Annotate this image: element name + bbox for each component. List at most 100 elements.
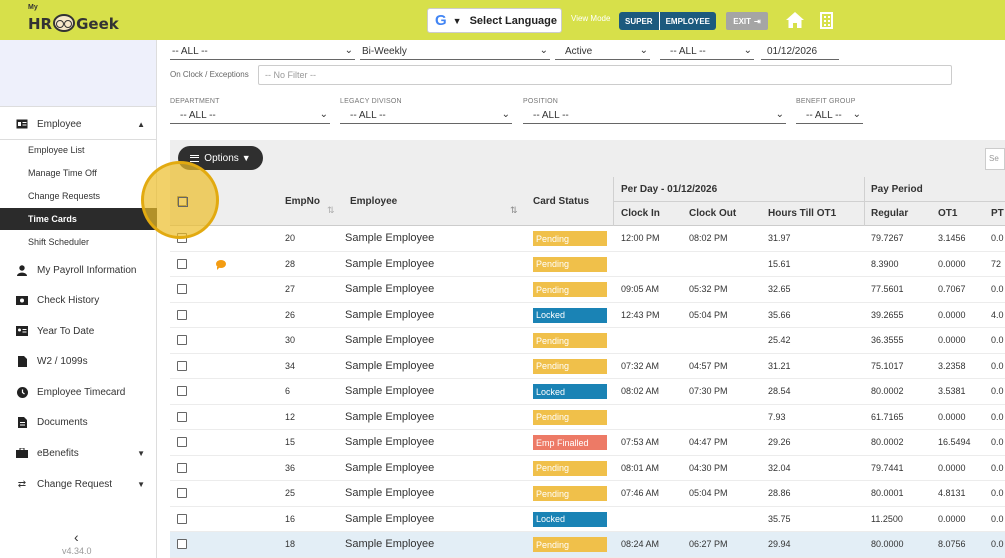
- sidebar-subitem-change-requests[interactable]: Change Requests: [0, 185, 157, 207]
- cell-employee[interactable]: Sample Employee: [345, 232, 434, 244]
- table-row[interactable]: 16 Sample Employee Locked 35.75 11.2500 0.000…: [170, 506, 1005, 532]
- exceptions-filter-input[interactable]: -- No Filter --: [258, 65, 952, 85]
- cell-employee[interactable]: Sample Employee: [345, 385, 434, 397]
- table-row[interactable]: 20 Sample Employee Pending 12:00 PM 08:02 PM…: [170, 226, 1005, 252]
- table-row[interactable]: 30 Sample Employee Pending 25.42 36.3555 0.00…: [170, 328, 1005, 354]
- table-row[interactable]: 15 Sample Employee Emp Finalled 07:53 AM 04:…: [170, 430, 1005, 456]
- row-checkbox[interactable]: [177, 488, 187, 498]
- sidebar-item-ebenefits[interactable]: eBenefits ▼: [0, 438, 157, 468]
- pay-schedule-select[interactable]: Bi-Weekly ⌄: [360, 43, 550, 60]
- table-row[interactable]: 27 Sample Employee Pending 09:05 AM 05:32 PM…: [170, 277, 1005, 303]
- sidebar-subitem-employee-list[interactable]: Employee List: [0, 139, 157, 161]
- legacy-division-select[interactable]: -- ALL -- ⌄: [340, 107, 512, 124]
- table-search-input[interactable]: Se: [985, 148, 1005, 170]
- sidebar-item-check-history[interactable]: Check History: [0, 285, 157, 315]
- table-row[interactable]: 26 Sample Employee Locked 12:43 PM 05:04 PM 3…: [170, 302, 1005, 328]
- select-language-button[interactable]: G ▼ Select Language: [427, 8, 562, 33]
- benefit-group-select[interactable]: -- ALL -- ⌄: [796, 107, 863, 124]
- column-header-regular[interactable]: Regular: [871, 208, 908, 219]
- table-row[interactable]: 18 Sample Employee Pending 08:24 AM 06:27 PM…: [170, 532, 1005, 558]
- row-checkbox[interactable]: [177, 462, 187, 473]
- position-select[interactable]: -- ALL -- ⌄: [523, 107, 786, 124]
- cell-employee[interactable]: Sample Employee: [345, 258, 434, 270]
- row-checkbox[interactable]: [177, 437, 187, 447]
- cell-employee[interactable]: Sample Employee: [345, 462, 434, 474]
- column-header-employee[interactable]: Employee: [350, 196, 397, 207]
- table-row[interactable]: 25 Sample Employee Pending 07:46 AM 05:04 PM…: [170, 481, 1005, 507]
- cell-regular: 11.2500: [871, 513, 903, 524]
- cell-clock-in: 12:43 PM: [621, 309, 660, 320]
- cell-employee[interactable]: Sample Employee: [345, 436, 434, 448]
- today-date-field[interactable]: 01/12/2026: [761, 43, 839, 60]
- sidebar-item-year-to-date[interactable]: Year To Date: [0, 316, 157, 346]
- column-header-ot1[interactable]: OT1: [938, 208, 957, 219]
- row-checkbox[interactable]: [177, 539, 187, 549]
- cell-employee[interactable]: Sample Employee: [345, 360, 434, 372]
- cell-employee[interactable]: Sample Employee: [345, 487, 434, 499]
- row-checkbox[interactable]: [177, 309, 187, 320]
- column-header-hours-till-ot1[interactable]: Hours Till OT1: [768, 208, 836, 219]
- sidebar-item-employee[interactable]: Employee ▲: [0, 109, 157, 139]
- emp-active-status-select[interactable]: Active ⌄: [555, 43, 650, 60]
- cell-pt: 0.0: [991, 386, 1004, 396]
- cell-employee[interactable]: Sample Employee: [345, 309, 434, 321]
- table-row[interactable]: 36 Sample Employee Pending 08:01 AM 04:30 PM…: [170, 455, 1005, 481]
- row-checkbox[interactable]: [177, 513, 187, 524]
- table-row[interactable]: 34 Sample Employee Pending 07:32 AM 04:57 PM…: [170, 353, 1005, 379]
- cell-employee[interactable]: Sample Employee: [345, 283, 434, 295]
- cell-ot1: 0.7067: [938, 284, 966, 294]
- table-row[interactable]: 28 Sample Employee Pending 15.61 8.3900 0.000…: [170, 251, 1005, 277]
- table-row[interactable]: 12 Sample Employee Pending 7.93 61.7165 0.000…: [170, 404, 1005, 430]
- column-header-empno[interactable]: EmpNo: [285, 196, 320, 207]
- view-mode-super[interactable]: SUPER: [619, 12, 659, 30]
- sidebar-item-employee-timecard[interactable]: Employee Timecard: [0, 377, 157, 407]
- column-header-clock-out[interactable]: Clock Out: [689, 208, 736, 219]
- sort-icon[interactable]: ⇅: [327, 205, 335, 216]
- home-icon[interactable]: [785, 11, 805, 29]
- row-checkbox[interactable]: [177, 360, 187, 371]
- clock-setup-select[interactable]: -- ALL -- ⌄: [170, 43, 355, 60]
- sidebar-subitem-time-cards[interactable]: Time Cards: [0, 208, 157, 230]
- table-row[interactable]: 6 Sample Employee Locked 08:02 AM 07:30 PM 28…: [170, 379, 1005, 405]
- cell-employee[interactable]: Sample Employee: [345, 411, 434, 423]
- company-building-icon[interactable]: [820, 12, 833, 29]
- sidebar-item-documents[interactable]: Documents: [0, 407, 157, 437]
- chevron-down-icon: ⌄: [852, 109, 861, 120]
- sidebar-item-w2-1099s[interactable]: W2 / 1099s: [0, 346, 157, 376]
- column-header-pt[interactable]: PT: [991, 208, 1004, 219]
- cell-employee[interactable]: Sample Employee: [345, 513, 434, 525]
- column-header-card-status[interactable]: Card Status: [533, 196, 589, 207]
- sidebar-subitem-manage-time-off[interactable]: Manage Time Off: [0, 162, 157, 184]
- user-icon: [16, 264, 28, 276]
- time-card-status-select[interactable]: -- ALL -- ⌄: [660, 43, 754, 60]
- caret-down-icon: ▼: [137, 448, 145, 458]
- status-badge: Pending: [533, 333, 607, 348]
- collapse-sidebar-icon[interactable]: ‹: [74, 529, 79, 545]
- view-mode-employee[interactable]: EMPLOYEE: [659, 12, 717, 30]
- cell-empno: 25: [285, 488, 296, 498]
- sidebar-subitem-shift-scheduler[interactable]: Shift Scheduler: [0, 231, 157, 253]
- comment-icon[interactable]: [216, 259, 226, 270]
- column-header-clock-in[interactable]: Clock In: [621, 208, 660, 219]
- row-checkbox[interactable]: [177, 258, 187, 269]
- cell-empno: 34: [285, 360, 296, 371]
- row-checkbox[interactable]: [177, 386, 187, 396]
- row-checkbox[interactable]: [177, 335, 187, 345]
- row-checkbox[interactable]: [177, 284, 187, 294]
- status-badge: Locked: [533, 511, 607, 527]
- cell-employee[interactable]: Sample Employee: [345, 538, 434, 550]
- department-select[interactable]: -- ALL -- ⌄: [170, 107, 330, 124]
- sidebar-item-my-payroll-information[interactable]: My Payroll Information: [0, 255, 157, 285]
- sort-desc-icon[interactable]: ⇅: [510, 205, 518, 216]
- view-mode-toggle[interactable]: SUPER EMPLOYEE: [619, 12, 717, 30]
- column-divider: [864, 177, 865, 226]
- sidebar-item-change-request[interactable]: ⇄ Change Request ▼: [0, 469, 157, 499]
- row-checkbox[interactable]: [177, 411, 187, 422]
- exit-button[interactable]: EXIT ⇥: [726, 12, 768, 30]
- cell-empno: 18: [285, 539, 296, 549]
- cell-employee[interactable]: Sample Employee: [345, 334, 434, 346]
- cell-clock-in: 07:32 AM: [621, 360, 660, 371]
- caret-up-icon: ▲: [137, 119, 145, 129]
- app-logo[interactable]: My HR Geek: [28, 4, 119, 35]
- cell-regular: 39.2655: [871, 309, 904, 320]
